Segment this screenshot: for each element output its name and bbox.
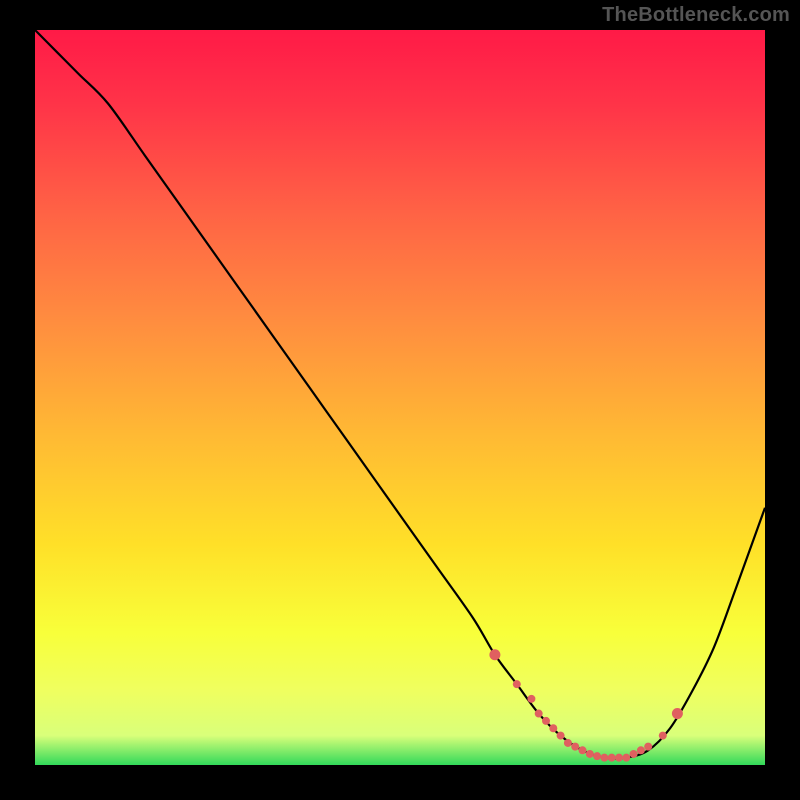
plot-area	[35, 30, 765, 765]
highlight-dot	[571, 743, 579, 751]
highlight-dot	[513, 680, 521, 688]
highlight-dot	[644, 743, 652, 751]
highlight-dot	[659, 732, 667, 740]
highlight-dot	[579, 746, 587, 754]
highlight-dot	[489, 649, 500, 660]
chart-stage: TheBottleneck.com	[0, 0, 800, 800]
highlight-dot	[600, 754, 608, 762]
highlight-dot	[593, 752, 601, 760]
highlight-dot	[672, 708, 683, 719]
highlight-dot	[535, 710, 543, 718]
highlight-dot	[564, 739, 572, 747]
bottleneck-plot	[35, 30, 765, 765]
highlight-dot	[622, 754, 630, 762]
gradient-background	[35, 30, 765, 765]
highlight-dot	[549, 724, 557, 732]
highlight-dot	[608, 754, 616, 762]
watermark-text: TheBottleneck.com	[602, 4, 790, 27]
highlight-dot	[615, 754, 623, 762]
highlight-dot	[630, 750, 638, 758]
highlight-dot	[527, 695, 535, 703]
highlight-dot	[637, 746, 645, 754]
highlight-dot	[586, 750, 594, 758]
highlight-dot	[557, 732, 565, 740]
highlight-dot	[542, 717, 550, 725]
